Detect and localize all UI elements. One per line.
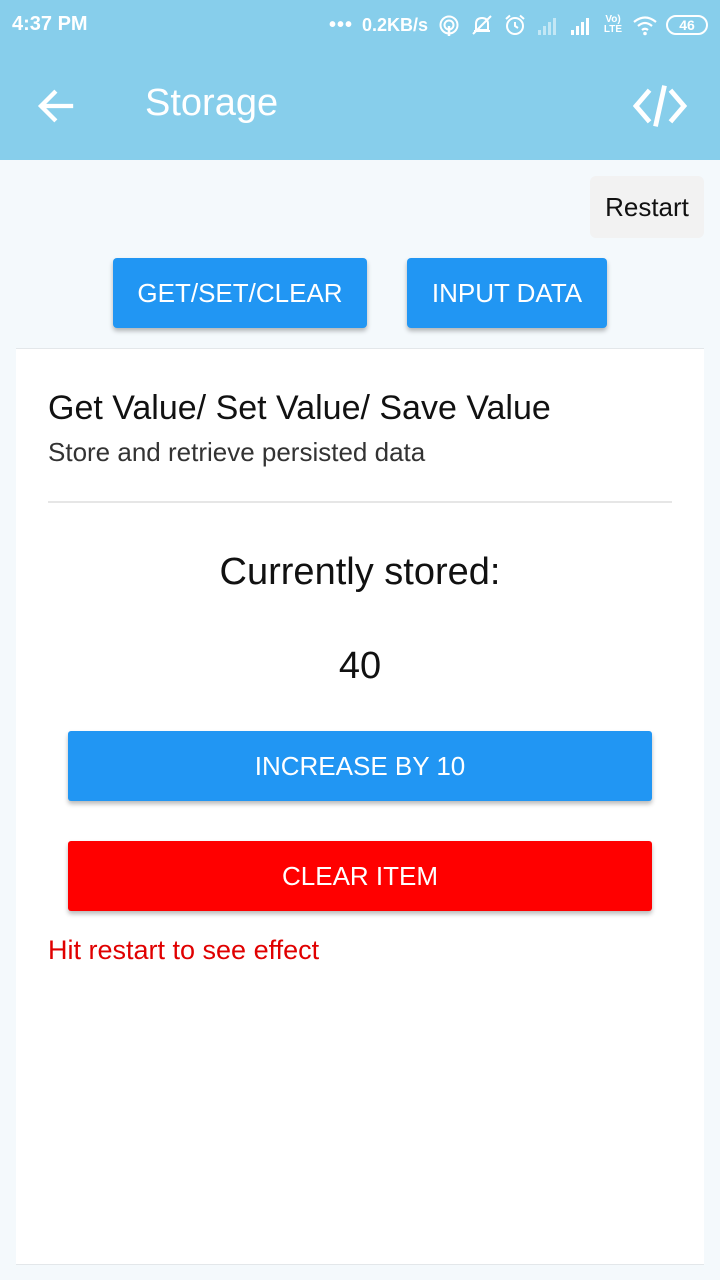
wifi-icon [633, 13, 657, 37]
top-bar: 4:37 PM ••• 0.2KB/s Vo) LTE 46 Storage [0, 0, 720, 160]
hotspot-icon [437, 13, 461, 37]
battery-icon: 46 [666, 15, 708, 35]
storage-card: Get Value/ Set Value/ Save Value Store a… [16, 348, 704, 1265]
signal-weak-icon [536, 13, 560, 37]
tab-input-data[interactable]: INPUT DATA [407, 258, 607, 328]
restart-button[interactable]: Restart [590, 176, 704, 238]
alarm-icon [503, 13, 527, 37]
back-button[interactable] [28, 80, 84, 132]
card-title: Get Value/ Set Value/ Save Value [48, 389, 551, 427]
arrow-left-icon [37, 89, 74, 123]
view-code-button[interactable] [628, 80, 692, 132]
restart-hint: Hit restart to see effect [48, 935, 320, 965]
clear-item-button[interactable]: CLEAR ITEM [68, 841, 652, 911]
app-bar: Storage [0, 52, 720, 160]
card-subtitle: Store and retrieve persisted data [48, 437, 426, 467]
screen: 4:37 PM ••• 0.2KB/s Vo) LTE 46 Storage R… [0, 0, 720, 1280]
status-bar: 4:37 PM ••• 0.2KB/s Vo) LTE 46 [0, 0, 720, 50]
stored-label: Currently stored: [219, 551, 501, 593]
tab-get-set-clear[interactable]: GET/SET/CLEAR [113, 258, 367, 328]
volte-icon: Vo) LTE [603, 14, 623, 35]
status-time: 4:37 PM [12, 13, 88, 35]
signal-icon [569, 13, 593, 37]
divider [48, 501, 672, 503]
page-title: Storage [145, 82, 279, 124]
code-icon [632, 85, 688, 127]
network-speed: 0.2KB/s [361, 14, 428, 35]
more-notifications-icon: ••• [328, 13, 353, 36]
increase-by-10-button[interactable]: INCREASE BY 10 [68, 731, 652, 801]
status-icons: ••• 0.2KB/s Vo) LTE 46 [329, 10, 708, 40]
stored-value: 40 [338, 645, 382, 687]
notifications-off-icon [470, 13, 494, 37]
